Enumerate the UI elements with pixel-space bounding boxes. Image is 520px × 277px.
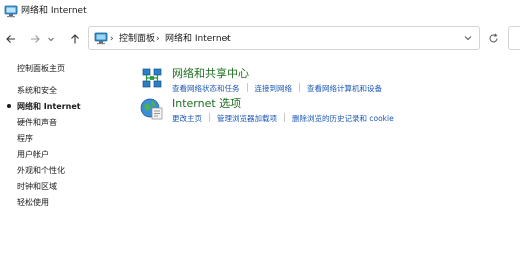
arrow-up-icon [71, 34, 79, 44]
forward-button[interactable] [26, 30, 44, 48]
chevron-down-icon [48, 37, 54, 42]
control-panel-icon [94, 32, 108, 45]
network-internet-icon [4, 5, 18, 18]
sidebar-item-clock-region[interactable]: 时钟和区域 [17, 181, 57, 192]
title-bar: 网络和 Internet [0, 0, 520, 24]
link-change-homepage[interactable]: 更改主页 [172, 114, 202, 123]
link-divider [284, 113, 285, 122]
sidebar-item-network-internet[interactable]: 网络和 Internet [17, 101, 81, 112]
arrow-left-icon [6, 35, 15, 43]
link-view-network-status[interactable]: 查看网络状态和任务 [172, 84, 240, 93]
up-button[interactable] [66, 30, 84, 48]
chevron-down-icon [464, 36, 472, 41]
internet-options-title[interactable]: Internet 选项 [172, 97, 241, 111]
link-divider [246, 83, 248, 92]
breadcrumb-control-panel[interactable]: 控制面板 [119, 33, 155, 45]
breadcrumb-separator-icon: › [110, 34, 114, 44]
address-dropdown-button[interactable] [460, 30, 476, 46]
sidebar-item-control-panel-home[interactable]: 控制面板主页 [17, 63, 65, 74]
network-sharing-center-links: 查看网络状态和任务 连接到网络 查看网络计算机和设备 [172, 83, 382, 94]
refresh-icon [489, 32, 497, 42]
navigation-bar: › 控制面板 › 网络和 Internet › [0, 24, 520, 54]
internet-options-links: 更改主页 管理浏览器加载项 删除浏览的历史记录和 cookie [172, 113, 394, 124]
window-title: 网络和 Internet [21, 6, 87, 16]
sidebar-item-appearance[interactable]: 外观和个性化 [17, 165, 65, 176]
sidebar-item-user-accounts[interactable]: 用户帐户 [17, 149, 49, 160]
breadcrumb-separator-icon: › [225, 34, 229, 44]
link-view-network-computers[interactable]: 查看网络计算机和设备 [307, 84, 382, 93]
active-bullet-icon [7, 104, 11, 108]
network-sharing-icon [142, 68, 162, 88]
sidebar-item-hardware-sound[interactable]: 硬件和声音 [17, 117, 57, 128]
sidebar-item-system-security[interactable]: 系统和安全 [17, 85, 57, 96]
link-connect-to-network[interactable]: 连接到网络 [255, 84, 293, 93]
search-box[interactable] [508, 26, 520, 50]
link-delete-history-cookies[interactable]: 删除浏览的历史记录和 cookie [292, 114, 394, 123]
breadcrumb-separator-icon: › [156, 34, 160, 44]
internet-options-icon [140, 98, 163, 120]
arrow-right-icon [31, 35, 40, 43]
link-divider [209, 113, 210, 122]
address-bar[interactable]: › 控制面板 › 网络和 Internet › [88, 26, 480, 50]
sidebar-item-ease-of-access[interactable]: 轻松使用 [17, 197, 49, 208]
link-divider [299, 83, 300, 92]
link-manage-addons[interactable]: 管理浏览器加载项 [217, 114, 277, 123]
recent-locations-button[interactable] [45, 30, 57, 48]
sidebar-item-programs[interactable]: 程序 [17, 133, 33, 144]
back-button[interactable] [2, 30, 20, 48]
network-sharing-center-title[interactable]: 网络和共享中心 [172, 67, 249, 81]
refresh-button[interactable] [485, 30, 501, 46]
breadcrumb-network-internet[interactable]: 网络和 Internet [165, 33, 231, 45]
